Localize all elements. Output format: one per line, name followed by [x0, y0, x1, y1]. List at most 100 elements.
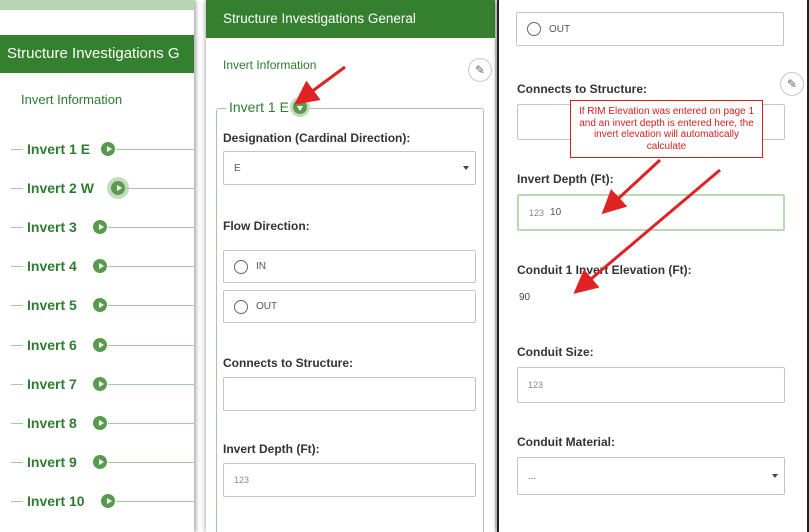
connector-line: [11, 422, 23, 424]
conduit-size-input[interactable]: 123: [517, 367, 785, 403]
play-circle-icon[interactable]: [101, 141, 115, 156]
connector-line: [116, 501, 194, 503]
connector-line: [11, 462, 23, 464]
invert-item-label: Invert 5: [27, 297, 77, 314]
form-header: Structure Investigations General: [206, 0, 495, 38]
edit-button[interactable]: ✎: [780, 72, 804, 96]
annotation-callout: If RIM Elevation was entered on page 1 a…: [570, 100, 763, 158]
connector-line: [108, 383, 194, 385]
connector-line: [11, 266, 23, 268]
invert-item[interactable]: Invert 3: [0, 207, 194, 246]
flow-option-out[interactable]: OUT: [516, 12, 784, 46]
flow-option-out-label: OUT: [549, 23, 571, 35]
play-circle-icon[interactable]: [93, 337, 107, 352]
connector-line: [108, 266, 194, 268]
conduit-material-select[interactable]: ...: [517, 457, 785, 495]
caret-down-circle-icon[interactable]: [292, 100, 307, 114]
chevron-down-icon: [463, 166, 469, 170]
connector-line: [116, 148, 194, 150]
edit-button[interactable]: ✎: [468, 58, 492, 82]
invert-item-label: Invert 9: [27, 454, 77, 471]
connects-label: Connects to Structure:: [517, 82, 648, 96]
invert-item[interactable]: Invert 5: [0, 286, 194, 325]
flow-option-out-label: OUT: [256, 301, 278, 312]
play-circle-icon[interactable]: [93, 298, 107, 313]
section-title: Invert Information: [21, 92, 123, 107]
invert-item[interactable]: Invert 10: [0, 482, 194, 521]
conduit-material-value: ...: [528, 470, 537, 482]
annotation-text: If RIM Elevation was entered on page 1 a…: [578, 106, 755, 152]
connector-line: [11, 344, 23, 346]
numeric-123-icon: 123: [528, 380, 544, 390]
designation-label: Designation (Cardinal Direction):: [223, 131, 411, 145]
designation-select[interactable]: E: [223, 151, 476, 185]
chevron-down-icon: [772, 474, 778, 478]
radio-unchecked-icon[interactable]: [527, 22, 541, 36]
panel-invert-form-continued: OUT ✎ Connects to Structure: Invert Dept…: [497, 0, 809, 532]
play-circle-icon[interactable]: [111, 180, 125, 195]
connector-line: [11, 187, 23, 189]
invert-depth-label: Invert Depth (Ft):: [517, 172, 614, 186]
numeric-123-icon: 123: [529, 207, 545, 218]
invert-depth-input[interactable]: 123 10: [517, 194, 785, 231]
invert-item-label: Invert 10: [27, 493, 85, 510]
connector-line: [108, 462, 194, 464]
invert-item-label: Invert 7: [27, 375, 77, 392]
invert-item-label: Invert 3: [27, 218, 77, 235]
invert-item-label: Invert 8: [27, 414, 77, 431]
form-header: Structure Investigations G: [0, 35, 194, 73]
connects-label: Connects to Structure:: [223, 356, 354, 370]
invert-item-label: Invert 4: [27, 258, 77, 275]
invert-item[interactable]: Invert 7: [0, 364, 194, 403]
invert-elevation-label: Conduit 1 Invert Elevation (Ft):: [517, 263, 692, 277]
connects-input[interactable]: [223, 377, 476, 411]
section-title: Invert Information: [223, 58, 317, 72]
invert-item-label: Invert 6: [27, 336, 77, 353]
play-circle-icon[interactable]: [93, 415, 107, 430]
conduit-size-label: Conduit Size:: [517, 345, 594, 359]
panel-invert-list: Structure Investigations G Invert Inform…: [0, 0, 194, 532]
connector-line: [108, 344, 194, 346]
pencil-icon: ✎: [474, 63, 486, 77]
invert-item[interactable]: Invert 2 W: [0, 168, 194, 207]
flow-option-in[interactable]: IN: [223, 250, 476, 283]
invert-list: Invert 1 E Invert 2 W Invert 3 Invert 4 Inve…: [0, 129, 194, 521]
flow-option-out[interactable]: OUT: [223, 290, 476, 323]
connector-line: [108, 226, 194, 228]
connector-line: [126, 187, 194, 189]
play-circle-icon[interactable]: [93, 455, 107, 470]
numeric-123-icon: 123: [234, 475, 250, 485]
invert-item[interactable]: Invert 1 E: [0, 129, 194, 168]
play-circle-icon[interactable]: [93, 219, 107, 234]
play-circle-icon[interactable]: [93, 376, 107, 391]
invert-depth-value: 10: [550, 207, 562, 218]
invert-depth-input[interactable]: 123: [223, 463, 476, 497]
connector-line: [11, 226, 23, 228]
invert-item-label: Invert 1 E: [27, 140, 91, 157]
invert-elevation-value: 90: [519, 292, 531, 303]
invert-item-label: Invert 2 W: [27, 179, 94, 196]
invert-depth-label: Invert Depth (Ft):: [223, 442, 320, 456]
connector-line: [11, 148, 23, 150]
invert-item[interactable]: Invert 6: [0, 325, 194, 364]
group-legend: Invert 1 E: [226, 99, 310, 115]
top-strip: [0, 0, 194, 10]
connector-line: [11, 383, 23, 385]
panel-invert-form: Structure Investigations General Invert …: [206, 0, 495, 532]
connector-line: [108, 305, 194, 307]
group-legend-label: Invert 1 E: [229, 99, 289, 115]
flow-direction-label: Flow Direction:: [223, 219, 310, 233]
connector-line: [108, 422, 194, 424]
designation-value: E: [234, 162, 241, 174]
radio-unchecked-icon[interactable]: [234, 259, 248, 274]
connector-line: [11, 501, 23, 503]
play-circle-icon[interactable]: [93, 259, 107, 274]
pencil-icon: ✎: [786, 77, 798, 91]
invert-item[interactable]: Invert 8: [0, 403, 194, 442]
flow-option-in-label: IN: [256, 261, 266, 272]
invert-item[interactable]: Invert 4: [0, 247, 194, 286]
play-circle-icon[interactable]: [101, 494, 115, 509]
invert-item[interactable]: Invert 9: [0, 443, 194, 482]
connector-line: [11, 305, 23, 307]
radio-unchecked-icon[interactable]: [234, 299, 248, 314]
